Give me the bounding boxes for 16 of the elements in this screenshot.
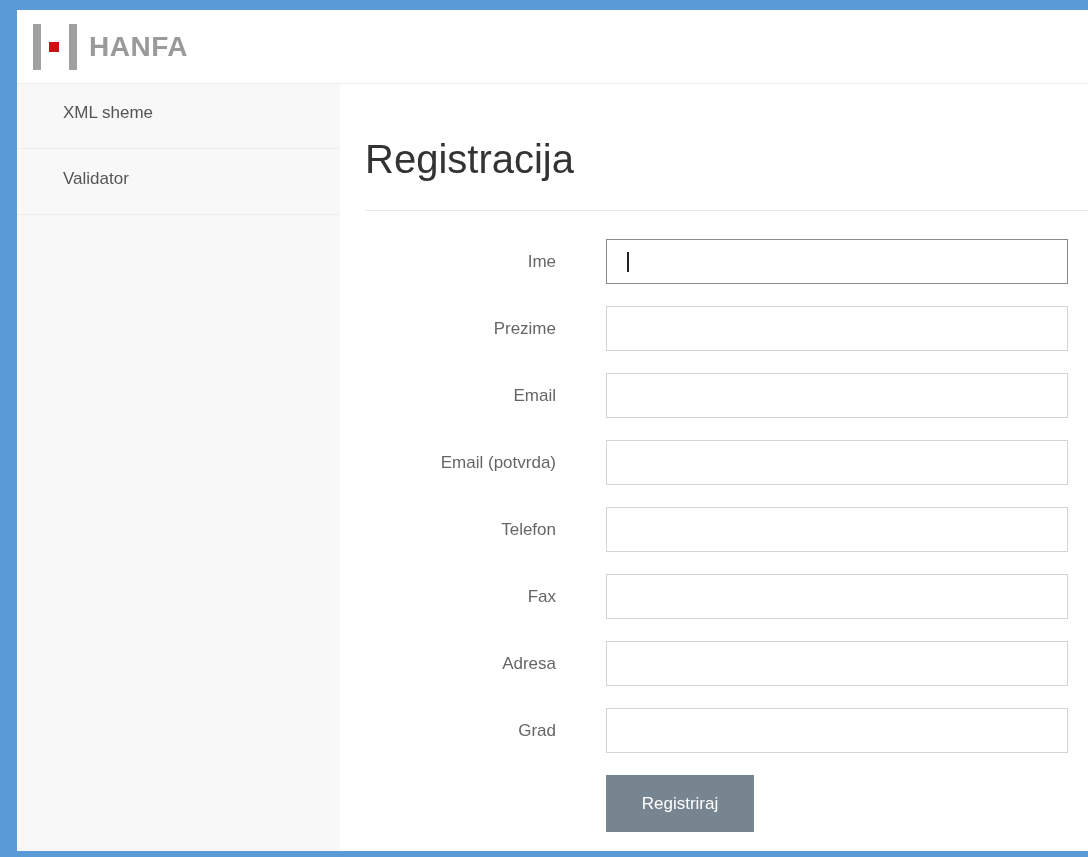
input-field[interactable] <box>606 239 1068 284</box>
page-title: Registracija <box>365 84 1088 211</box>
field-label: Email <box>512 385 556 406</box>
field-label: Ime <box>526 251 556 272</box>
sidebar-item[interactable]: Validator <box>17 149 340 215</box>
field-label: Email (potvrda) <box>439 452 556 473</box>
field-label: Adresa <box>501 653 556 674</box>
sidebar-item[interactable]: XML sheme <box>17 84 340 149</box>
field-label: Prezime <box>492 318 556 339</box>
register-button[interactable]: Registriraj <box>606 775 754 832</box>
field-label: Grad <box>517 720 556 741</box>
text-cursor-icon <box>627 251 629 272</box>
logo-icon <box>33 23 79 70</box>
field-label: Telefon <box>500 519 556 540</box>
logo-text: HANFA <box>89 30 188 63</box>
field-label: Fax <box>526 586 556 607</box>
